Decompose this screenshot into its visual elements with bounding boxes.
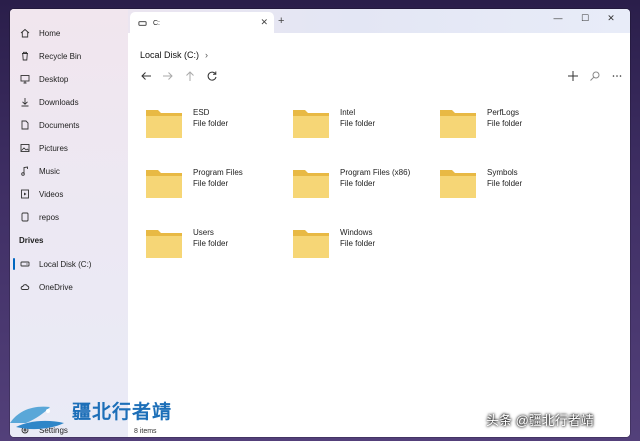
close-window-button[interactable]: ✕ xyxy=(604,13,618,24)
folder-type: File folder xyxy=(340,179,376,188)
maximize-button[interactable]: ☐ xyxy=(578,13,592,24)
sidebar-item-label: Recycle Bin xyxy=(39,51,82,61)
breadcrumb-location[interactable]: Local Disk (C:) xyxy=(140,50,199,60)
drive-icon xyxy=(20,259,30,269)
folder-item[interactable]: Users File folder xyxy=(145,227,285,267)
sidebar-item-home[interactable]: Home xyxy=(10,22,128,44)
watermark-logo xyxy=(10,406,64,430)
folder-type: File folder xyxy=(193,119,229,128)
folder-icon xyxy=(293,170,329,198)
sidebar-item-videos[interactable]: Videos xyxy=(10,183,128,205)
refresh-icon[interactable] xyxy=(205,69,219,83)
minimize-button[interactable]: — xyxy=(551,13,565,23)
breadcrumb[interactable]: Local Disk (C:) › xyxy=(140,50,208,60)
folder-icon xyxy=(146,110,182,138)
sidebar-item-downloads[interactable]: Downloads xyxy=(10,91,128,113)
sidebar-item-label: Local Disk (C:) xyxy=(39,259,92,269)
desktop-icon xyxy=(20,74,30,84)
cloud-icon xyxy=(20,282,30,292)
folder-item[interactable]: PerfLogs File folder xyxy=(439,107,579,147)
sidebar-item-label: repos xyxy=(39,212,60,222)
sidebar-item-label: Music xyxy=(39,166,60,176)
tab-title: C: xyxy=(153,19,160,27)
folder-item[interactable]: Program Files File folder xyxy=(145,167,285,207)
folder-name: PerfLogs xyxy=(487,108,520,117)
folder-name: Users xyxy=(193,228,214,237)
folder-name: Program Files (x86) xyxy=(340,168,411,177)
folder-icon xyxy=(146,170,182,198)
folder-item[interactable]: Windows File folder xyxy=(292,227,432,267)
folder-name: Windows xyxy=(340,228,373,237)
folder-type: File folder xyxy=(487,179,523,188)
folder-icon xyxy=(293,110,329,138)
folder-icon xyxy=(146,230,182,258)
folder-name: Symbols xyxy=(487,168,518,177)
folder-icon xyxy=(440,170,476,198)
sidebar-item-label: Documents xyxy=(39,120,80,130)
folder-name: ESD xyxy=(193,108,210,117)
search-icon[interactable] xyxy=(588,69,602,83)
new-tab-button[interactable]: + xyxy=(278,15,284,27)
drives-heading: Drives xyxy=(19,236,44,245)
pictures-icon xyxy=(20,143,30,153)
folder-name: Intel xyxy=(340,108,356,117)
sidebar: Home Recycle Bin Desktop Downloads Docum… xyxy=(10,9,128,437)
sidebar-item-label: Desktop xyxy=(39,74,69,84)
drive-icon xyxy=(138,19,147,28)
sidebar-item-label: OneDrive xyxy=(39,282,73,292)
watermark-source: 头条 @疆北行者靖 xyxy=(486,413,594,428)
folder-item[interactable]: ESD File folder xyxy=(145,107,285,147)
sidebar-item-label: Videos xyxy=(39,189,64,199)
folder-item[interactable]: Intel File folder xyxy=(292,107,432,147)
chevron-right-icon[interactable]: › xyxy=(205,50,208,60)
sidebar-item-desktop[interactable]: Desktop xyxy=(10,68,128,90)
watermark-brand: 疆北行者靖 xyxy=(72,402,173,423)
music-icon xyxy=(20,166,30,176)
sidebar-item-label: Downloads xyxy=(39,97,79,107)
sidebar-item-local-disk[interactable]: Local Disk (C:) xyxy=(10,253,128,275)
sidebar-item-onedrive[interactable]: OneDrive xyxy=(10,276,128,298)
folder-icon xyxy=(440,110,476,138)
recycle-bin-icon xyxy=(20,51,30,61)
home-icon xyxy=(20,28,30,38)
plus-icon[interactable] xyxy=(566,69,580,83)
documents-icon xyxy=(20,120,30,130)
sidebar-item-recycle-bin[interactable]: Recycle Bin xyxy=(10,45,128,67)
tab-c-drive[interactable]: C: ✕ xyxy=(130,12,274,34)
close-tab-icon[interactable]: ✕ xyxy=(260,17,268,28)
main-content: Local Disk (C:) › ESD File folder Intel Fil… xyxy=(128,33,630,437)
sidebar-item-music[interactable]: Music xyxy=(10,160,128,182)
sidebar-item-pictures[interactable]: Pictures xyxy=(10,137,128,159)
folder-name: Program Files xyxy=(193,168,243,177)
sidebar-item-label: Pictures xyxy=(39,143,68,153)
item-count: 8 items xyxy=(134,428,157,435)
back-arrow-icon[interactable] xyxy=(139,69,153,83)
more-icon[interactable] xyxy=(610,69,624,83)
sidebar-item-repos[interactable]: repos xyxy=(10,206,128,228)
forward-arrow-icon[interactable] xyxy=(161,69,175,83)
folder-icon xyxy=(293,230,329,258)
folder-type: File folder xyxy=(487,119,523,128)
folder-icon xyxy=(20,212,30,222)
folder-type: File folder xyxy=(340,119,376,128)
folder-type: File folder xyxy=(193,179,229,188)
videos-icon xyxy=(20,189,30,199)
up-arrow-icon[interactable] xyxy=(183,69,197,83)
folder-type: File folder xyxy=(340,239,376,248)
folder-type: File folder xyxy=(193,239,229,248)
downloads-icon xyxy=(20,97,30,107)
file-explorer-window: Home Recycle Bin Desktop Downloads Docum… xyxy=(10,9,630,437)
sidebar-item-documents[interactable]: Documents xyxy=(10,114,128,136)
folder-item[interactable]: Program Files (x86) File folder xyxy=(292,167,432,207)
folder-item[interactable]: Symbols File folder xyxy=(439,167,579,207)
sidebar-item-label: Home xyxy=(39,28,61,38)
